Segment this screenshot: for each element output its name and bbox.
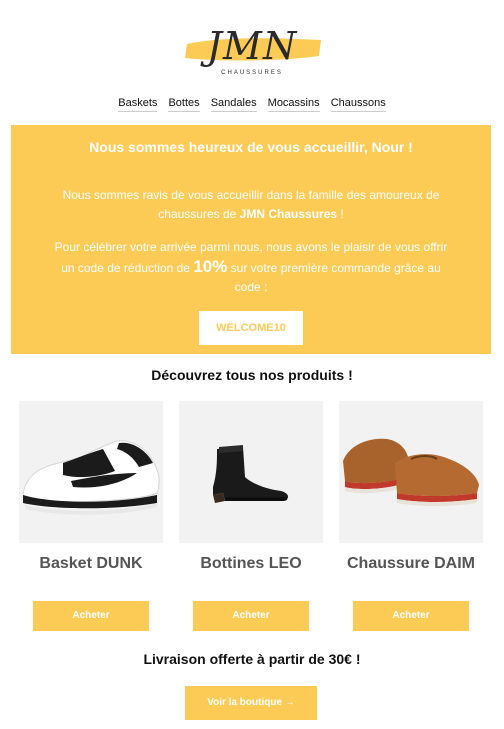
sneaker-image[interactable] bbox=[19, 401, 163, 543]
product-name: Basket DUNK bbox=[39, 555, 143, 572]
discount-value: 10% bbox=[193, 257, 228, 276]
products-title: Découvrez tous nos produits ! bbox=[151, 367, 353, 383]
product-name: Bottines LEO bbox=[200, 555, 302, 572]
welcome-banner: Nous sommes heureux de vous accueillir, … bbox=[11, 125, 491, 354]
nav-item-sandales[interactable]: Sandales bbox=[210, 97, 257, 112]
nav-item-chaussons[interactable]: Chaussons bbox=[330, 97, 386, 112]
logo-text: JMN bbox=[206, 24, 298, 68]
category-nav: Baskets Bottes Sandales Mocassins Chauss… bbox=[0, 97, 504, 112]
shipping-offer: Livraison offerte à partir de 30€ ! bbox=[143, 651, 361, 667]
buy-button[interactable]: Acheter bbox=[353, 601, 469, 631]
buy-button[interactable]: Acheter bbox=[193, 601, 309, 631]
welcome-message: Nous sommes ravis de vous accueillir dan… bbox=[62, 188, 440, 221]
product-card: Bottines LEO Acheter bbox=[179, 401, 323, 631]
buy-button[interactable]: Acheter bbox=[33, 601, 149, 631]
derby-shoe-image[interactable] bbox=[339, 401, 483, 543]
brand-name: JMN Chaussures bbox=[239, 207, 338, 221]
product-name: Chaussure DAIM bbox=[346, 555, 476, 572]
product-card: Chaussure DAIM Acheter bbox=[339, 401, 483, 631]
brand-logo: JMN CHAUSSURES bbox=[0, 14, 504, 90]
nav-item-bottes[interactable]: Bottes bbox=[168, 97, 200, 112]
discount-message: Pour célébrer votre arrivée parmi nous, … bbox=[54, 240, 448, 294]
promo-code-button[interactable]: WELCOME10 bbox=[199, 311, 303, 345]
product-card: Basket DUNK Acheter bbox=[19, 401, 163, 631]
view-shop-button[interactable]: Voir la boutique → bbox=[185, 686, 317, 720]
nav-item-baskets[interactable]: Baskets bbox=[118, 97, 158, 112]
boot-image[interactable] bbox=[179, 401, 323, 543]
nav-item-mocassins[interactable]: Mocassins bbox=[267, 97, 320, 112]
welcome-title: Nous sommes heureux de vous accueillir, … bbox=[89, 139, 413, 155]
logo-tagline: CHAUSSURES bbox=[221, 70, 283, 76]
